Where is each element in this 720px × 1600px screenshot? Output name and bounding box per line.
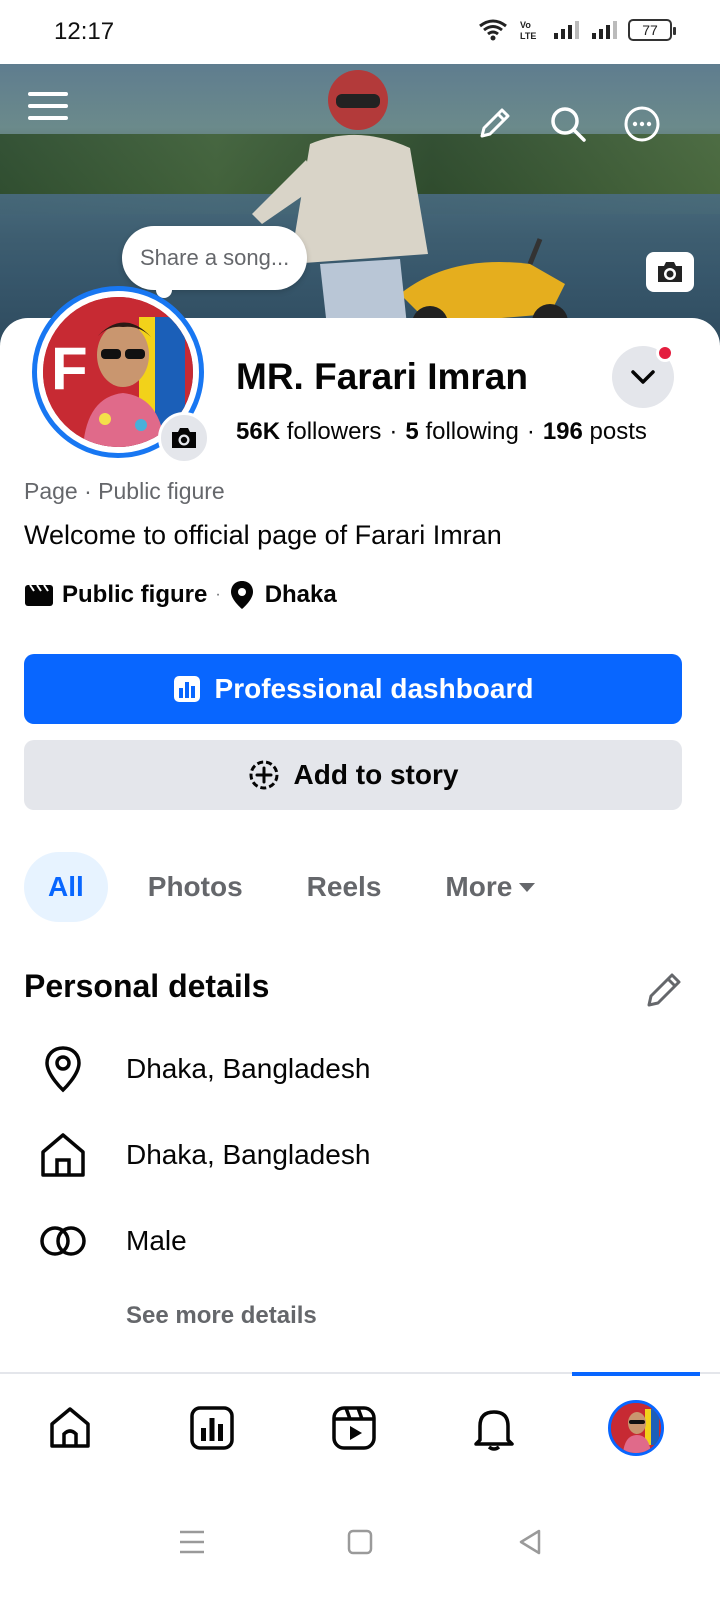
add-to-story-button[interactable]: Add to story	[24, 740, 682, 810]
meta-category: Public figure	[62, 581, 208, 608]
dashboard-icon[interactable]	[182, 1398, 242, 1458]
profile-stats: 56K followers · 5 following · 196 posts	[236, 418, 647, 446]
person-image	[252, 70, 428, 354]
profile-bio: Welcome to official page of Farari Imran	[24, 520, 502, 550]
signal-icon-2	[592, 21, 617, 39]
back-icon[interactable]	[510, 1522, 550, 1562]
dashboard-icon	[173, 676, 200, 702]
avatar-camera-icon[interactable]	[158, 412, 210, 464]
posts-label: posts	[589, 418, 647, 445]
detail-text: Dhaka, Bangladesh	[126, 1053, 371, 1084]
posts-stat[interactable]: 196 posts	[543, 418, 647, 445]
bottom-nav	[0, 1372, 720, 1482]
gender-icon	[38, 1216, 88, 1266]
personal-details-title: Personal details	[24, 968, 270, 1004]
notification-dot	[656, 344, 674, 362]
professional-dashboard-button[interactable]: Professional dashboard	[24, 654, 682, 724]
share-song-bubble[interactable]: Share a song...	[122, 226, 308, 298]
volte-icon: Vo LTE	[520, 20, 536, 41]
meta-separator: ·	[215, 586, 221, 603]
tab-reels[interactable]: Reels	[283, 852, 406, 922]
stats-separator: ·	[389, 418, 398, 445]
content-tabs: All Photos Reels More	[24, 852, 576, 922]
menu-icon[interactable]	[26, 84, 70, 128]
status-bar: 12:17 Vo LTE 77	[0, 0, 720, 64]
notifications-icon[interactable]	[464, 1398, 524, 1458]
svg-text:F: F	[51, 335, 88, 402]
signal-icon	[554, 21, 579, 39]
cover-camera-icon[interactable]	[646, 252, 694, 292]
meta-location: Dhaka	[264, 581, 337, 608]
location-pin-icon	[230, 581, 253, 609]
clapperboard-icon	[25, 584, 53, 606]
profile-name: MR. Farari Imran	[236, 356, 528, 397]
caret-down-icon	[519, 883, 536, 892]
dashboard-label: Professional dashboard	[214, 673, 534, 704]
search-icon[interactable]	[548, 104, 588, 144]
active-tab-indicator	[572, 1372, 700, 1376]
location-pin-icon	[38, 1044, 88, 1094]
detail-current-city: Dhaka, Bangladesh	[38, 1044, 370, 1094]
home-icon[interactable]	[40, 1398, 100, 1458]
posts-count: 196	[542, 418, 583, 445]
followers-count: 56K	[236, 418, 281, 445]
more-options-icon[interactable]	[622, 104, 662, 144]
edit-icon[interactable]	[474, 104, 514, 144]
profile-dropdown-button[interactable]	[612, 344, 674, 408]
chevron-down-icon	[631, 370, 655, 384]
system-nav-bar	[0, 1482, 720, 1600]
status-time: 12:17	[54, 18, 115, 45]
tab-more[interactable]: More	[421, 852, 560, 922]
wifi-icon	[479, 19, 507, 41]
stats-separator: ·	[526, 418, 535, 445]
following-label: following	[425, 418, 519, 445]
tab-more-label: More	[445, 871, 513, 902]
edit-details-icon[interactable]	[644, 970, 684, 1010]
cover-top-actions	[474, 104, 662, 144]
tab-all[interactable]: All	[24, 852, 108, 922]
tab-photos[interactable]: Photos	[124, 852, 267, 922]
svg-text:Vo: Vo	[520, 20, 531, 30]
detail-hometown: Dhaka, Bangladesh	[38, 1130, 370, 1180]
status-icons: Vo LTE 77	[478, 18, 676, 42]
home-icon	[38, 1130, 88, 1180]
add-story-label: Add to story	[293, 759, 459, 790]
page-category: Page · Public figure	[24, 478, 225, 504]
profile-avatar-icon	[608, 1400, 664, 1456]
following-count: 5	[405, 418, 419, 445]
battery-indicator: 77	[628, 19, 676, 41]
detail-gender: Male	[38, 1216, 187, 1266]
followers-stat[interactable]: 56K followers	[236, 418, 381, 445]
home-button-icon[interactable]	[340, 1522, 380, 1562]
reels-icon[interactable]	[324, 1398, 384, 1458]
profile-nav-item[interactable]	[606, 1398, 666, 1458]
add-story-icon	[249, 760, 279, 790]
svg-text:LTE: LTE	[520, 31, 536, 41]
followers-label: followers	[286, 418, 382, 445]
profile-meta: Public figure · Dhaka	[24, 580, 337, 610]
see-more-details-link[interactable]: See more details	[126, 1302, 317, 1330]
following-stat[interactable]: 5 following	[405, 418, 518, 445]
detail-text: Dhaka, Bangladesh	[126, 1139, 371, 1170]
recent-apps-icon[interactable]	[172, 1522, 212, 1562]
detail-text: Male	[126, 1225, 187, 1256]
